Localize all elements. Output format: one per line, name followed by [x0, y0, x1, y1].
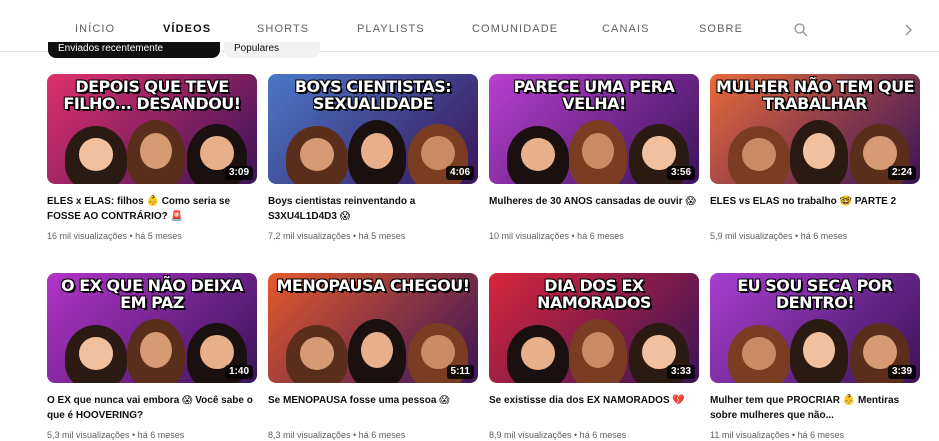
person-figure — [507, 325, 569, 383]
person-figure — [127, 120, 185, 184]
video-thumbnail[interactable]: O EX QUE NÃO DEIXA EM PAZ 1:40 — [47, 273, 257, 383]
tab-videos[interactable]: VÍDEOS — [163, 23, 211, 35]
video-card[interactable]: DEPOIS QUE TEVE FILHO... DESANDOU! 3:09 EL… — [47, 74, 257, 242]
video-metadata: 8,3 mil visualizações • há 6 meses — [268, 430, 406, 440]
duration-badge: 3:56 — [666, 166, 695, 180]
person-figure — [790, 319, 848, 383]
chip-popular[interactable]: Populares — [224, 42, 320, 58]
video-metadata: 10 mil visualizações • há 6 meses — [489, 231, 624, 241]
thumbnail-caption: EU SOU SECA POR DENTRO! — [737, 276, 893, 312]
person-figure — [348, 319, 406, 383]
person-figure — [728, 126, 790, 184]
video-metadata: 8,9 mil visualizações • há 6 meses — [489, 430, 627, 440]
person-figure — [790, 120, 848, 184]
video-thumbnail[interactable]: MULHER NÃO TEM QUE TRABALHAR 2:24 — [710, 74, 920, 184]
video-metadata: 7,2 mil visualizações • há 5 meses — [268, 231, 406, 241]
video-card[interactable]: DIA DOS EX NAMORADOS 3:33 Se existisse dia… — [489, 273, 699, 441]
video-metadata: 5,9 mil visualizações • há 6 meses — [710, 231, 848, 241]
person-figure — [127, 319, 185, 383]
thumbnail-caption: DEPOIS QUE TEVE FILHO... DESANDOU! — [63, 77, 241, 113]
thumbnail-caption: PARECE UMA PERA VELHA! — [513, 77, 675, 113]
video-card[interactable]: MULHER NÃO TEM QUE TRABALHAR 2:24 ELES vs … — [710, 74, 920, 242]
video-card[interactable]: O EX QUE NÃO DEIXA EM PAZ 1:40 O EX que nu… — [47, 273, 257, 441]
video-metadata: 16 mil visualizações • há 5 meses — [47, 231, 182, 241]
tab-sobre[interactable]: SOBRE — [699, 23, 743, 35]
chevron-right-icon[interactable] — [900, 22, 916, 38]
video-thumbnail[interactable]: PARECE UMA PERA VELHA! 3:56 — [489, 74, 699, 184]
duration-badge: 5:11 — [446, 365, 474, 379]
video-card[interactable]: PARECE UMA PERA VELHA! 3:56 Mulheres de 30… — [489, 74, 699, 242]
person-figure — [286, 126, 348, 184]
video-metadata: 5,3 mil visualizações • há 6 meses — [47, 430, 185, 440]
video-metadata: 11 mil visualizações • há 6 meses — [710, 430, 845, 440]
tab-playlists[interactable]: PLAYLISTS — [357, 23, 425, 35]
thumbnail-caption: DIA DOS EX NAMORADOS — [537, 276, 651, 312]
person-figure — [569, 120, 627, 184]
search-icon[interactable] — [793, 22, 809, 38]
person-figure — [286, 325, 348, 383]
video-title[interactable]: O EX que nunca vai embora 😱 Você sabe o … — [47, 393, 257, 423]
video-title[interactable]: Mulher tem que PROCRIAR 👶 Mentiras sobre… — [710, 393, 920, 423]
duration-badge: 2:24 — [887, 166, 916, 180]
tab-comunidade[interactable]: COMUNIDADE — [472, 23, 558, 35]
video-title[interactable]: Boys cientistas reinventando a S3XU4L1D4… — [268, 194, 478, 224]
thumbnail-caption: MULHER NÃO TEM QUE TRABALHAR — [715, 77, 915, 113]
video-card[interactable]: EU SOU SECA POR DENTRO! 3:39 Mulher tem qu… — [710, 273, 920, 441]
thumbnail-caption: MENOPAUSA CHEGOU! — [276, 276, 470, 295]
chip-recent[interactable]: Enviados recentemente — [48, 42, 220, 58]
video-thumbnail[interactable]: EU SOU SECA POR DENTRO! 3:39 — [710, 273, 920, 383]
person-figure — [728, 325, 790, 383]
person-figure — [65, 126, 127, 184]
duration-badge: 3:33 — [666, 365, 695, 379]
person-figure — [569, 319, 627, 383]
person-figure — [507, 126, 569, 184]
duration-badge: 3:09 — [224, 166, 253, 180]
video-title[interactable]: Se MENOPAUSA fosse uma pessoa 😱 — [268, 393, 478, 423]
thumbnail-caption: O EX QUE NÃO DEIXA EM PAZ — [61, 276, 243, 312]
tab-inicio[interactable]: INÍCIO — [75, 23, 115, 35]
person-figure — [348, 120, 406, 184]
tab-shorts[interactable]: SHORTS — [257, 23, 309, 35]
video-title[interactable]: ELES x ELAS: filhos 👶 Como seria se FOSS… — [47, 194, 257, 224]
video-card[interactable]: MENOPAUSA CHEGOU! 5:11 Se MENOPAUSA fosse … — [268, 273, 478, 441]
duration-badge: 4:06 — [445, 166, 474, 180]
video-thumbnail[interactable]: MENOPAUSA CHEGOU! 5:11 — [268, 273, 478, 383]
video-title[interactable]: Mulheres de 30 ANOS cansadas de ouvir 😱 — [489, 194, 699, 224]
video-thumbnail[interactable]: BOYS CIENTISTAS: SEXUALIDADE 4:06 — [268, 74, 478, 184]
video-thumbnail[interactable]: DEPOIS QUE TEVE FILHO... DESANDOU! 3:09 — [47, 74, 257, 184]
video-title[interactable]: Se existisse dia dos EX NAMORADOS 💔 — [489, 393, 699, 423]
person-figure — [65, 325, 127, 383]
tab-canais[interactable]: CANAIS — [602, 23, 650, 35]
video-title[interactable]: ELES vs ELAS no trabalho 🤓 PARTE 2 — [710, 194, 920, 224]
video-card[interactable]: BOYS CIENTISTAS: SEXUALIDADE 4:06 Boys cie… — [268, 74, 478, 242]
video-thumbnail[interactable]: DIA DOS EX NAMORADOS 3:33 — [489, 273, 699, 383]
duration-badge: 3:39 — [887, 365, 916, 379]
thumbnail-caption: BOYS CIENTISTAS: SEXUALIDADE — [294, 77, 452, 113]
duration-badge: 1:40 — [224, 365, 253, 379]
